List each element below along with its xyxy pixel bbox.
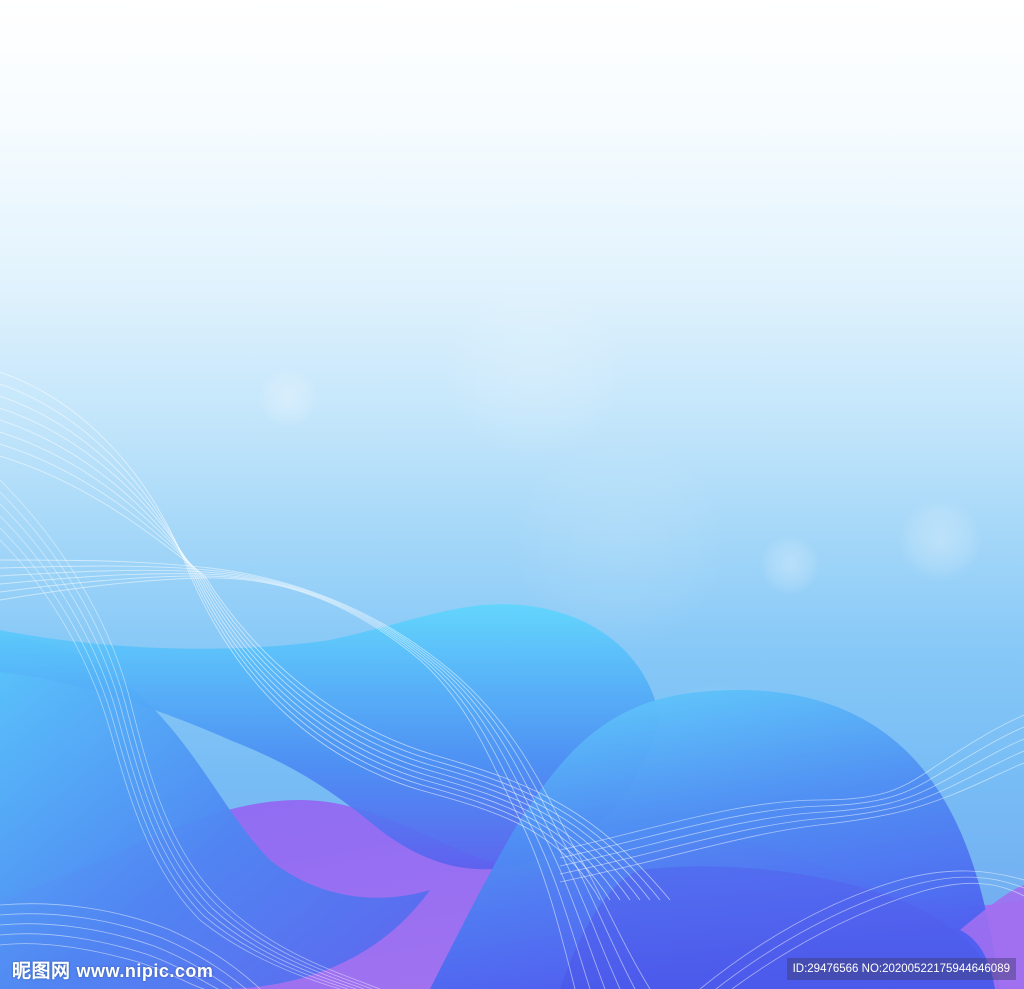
watermark-logo: 昵图网 www.nipic.com (12, 956, 213, 983)
wave-background: 昵图网 www.nipic.com ID:29476566 NO:20200522… (0, 0, 1024, 989)
watermark-site-text: www.nipic.com (76, 961, 214, 981)
watermark-id-label: ID:29476566 NO:20200522175944646089 (786, 958, 1016, 980)
wave-artwork (0, 282, 1024, 989)
watermark-logo-text: 昵图网 (12, 960, 71, 982)
